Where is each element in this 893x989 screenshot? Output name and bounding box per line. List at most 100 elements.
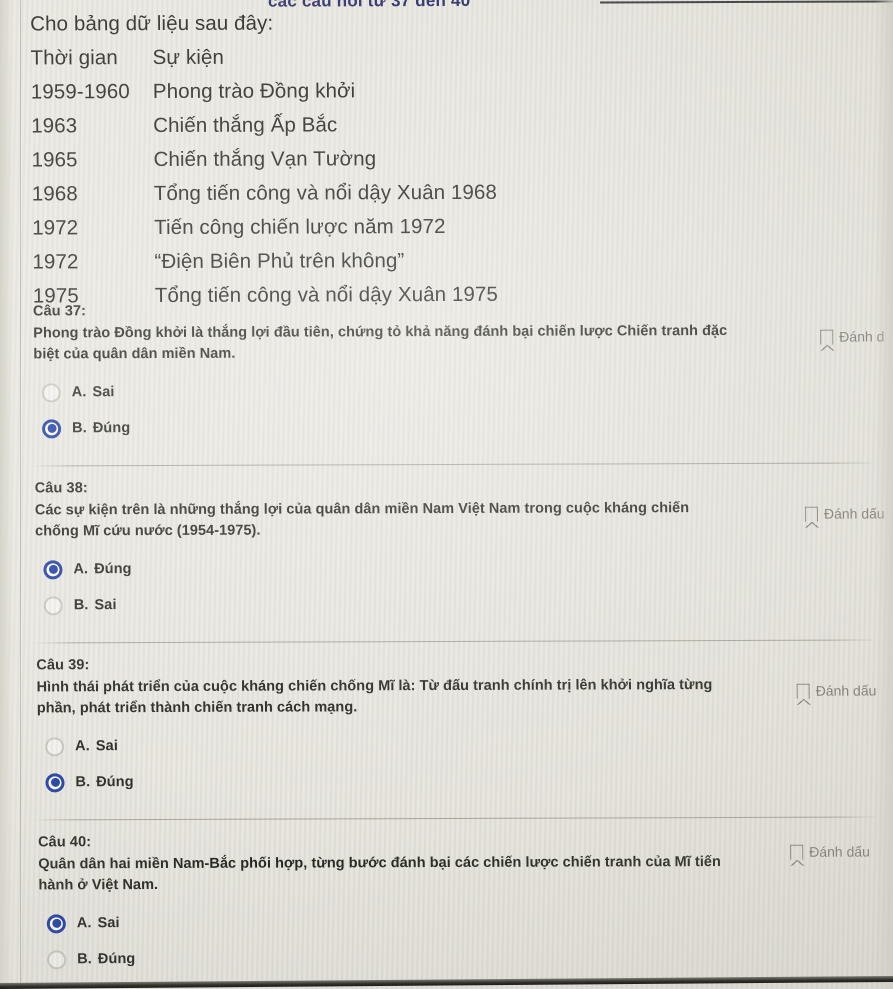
table-row: 1968 Tổng tiến công và nổi dậy Xuân 1968: [32, 175, 672, 211]
bookmark-button-38[interactable]: Đánh dấu: [804, 505, 885, 522]
option-38-a[interactable]: A. Đúng: [43, 551, 893, 584]
option-37-b-label: B. Đúng: [72, 420, 130, 436]
bookmark-label: Đánh dấu: [809, 843, 870, 860]
question-37: Câu 37: Phong trào Đồng khởi là thắng lợ…: [3, 290, 893, 455]
question-40: Câu 40: Quân dân hai miền Nam-Bắc phối h…: [8, 821, 893, 986]
option-37-a-label: A. Sai: [72, 384, 115, 400]
option-letter: A.: [76, 915, 92, 932]
option-letter: B.: [75, 774, 91, 791]
table-cell-time: 1972: [32, 216, 79, 240]
option-38-b-label: B. Sai: [74, 597, 117, 613]
option-value: Sai: [92, 384, 115, 401]
table-cell-time: 1968: [31, 182, 78, 206]
question-38-label: Câu 38:: [34, 480, 88, 497]
table-header-time: Thời gian: [30, 46, 118, 70]
radio-icon[interactable]: [43, 595, 63, 615]
question-39-label: Câu 39:: [36, 657, 90, 674]
table-cell-event: Chiến thắng Vạn Tường: [153, 147, 377, 172]
table-row: 1965 Chiến thắng Vạn Tường: [31, 141, 671, 177]
option-letter: B.: [72, 420, 87, 437]
table-cell-event: Chiến thắng Ấp Bắc: [153, 113, 338, 138]
question-38-text: Các sự kiện trên là những thắng lợi của …: [34, 500, 690, 540]
table-row: 1959-1960 Phong trào Đồng khởi: [31, 73, 671, 109]
option-40-a-label: A. Sai: [77, 915, 120, 931]
radio-icon[interactable]: [47, 949, 67, 969]
option-40-b-label: B. Đúng: [77, 951, 135, 967]
radio-icon[interactable]: [42, 418, 62, 438]
bookmark-icon: [804, 506, 819, 522]
bookmark-icon: [820, 329, 834, 345]
question-divider: [30, 462, 872, 467]
bookmark-label: Đánh dấu: [815, 682, 877, 699]
option-39-a-label: A. Sai: [75, 738, 118, 754]
table-row: 1963 Chiến thắng Ấp Bắc: [31, 107, 671, 143]
option-letter: A.: [73, 561, 89, 578]
bookmark-label: Đánh d: [839, 328, 885, 345]
table-cell-time: 1959-1960: [30, 80, 130, 104]
question-39-text: Hình thái phát triển của cuộc kháng chiế…: [36, 677, 713, 717]
question-37-options: A. Sai B. Đúng: [4, 374, 893, 443]
bookmark-button-39[interactable]: Đánh dấu: [796, 682, 877, 699]
question-divider: [33, 816, 875, 821]
table-row: 1972 “Điện Biên Phủ trên không”: [32, 243, 672, 279]
table-cell-time: 1972: [32, 250, 79, 274]
question-38-options: A. Đúng B. Sai: [5, 551, 893, 620]
radio-icon[interactable]: [41, 382, 61, 402]
events-table: Thời gian Sự kiện 1959-1960 Phong trào Đ…: [30, 39, 673, 313]
option-40-b[interactable]: B. Đúng: [47, 941, 893, 974]
top-rule-decoration: [600, 0, 893, 4]
option-value: Đúng: [97, 951, 136, 968]
table-cell-event: Tổng tiến công và nổi dậy Xuân 1968: [153, 180, 498, 206]
option-letter: A.: [75, 738, 90, 755]
table-body: 1959-1960 Phong trào Đồng khởi 1963 Chiế…: [31, 73, 673, 313]
option-38-b[interactable]: B. Sai: [43, 587, 893, 620]
question-37-label: Câu 37:: [32, 303, 87, 320]
radio-icon[interactable]: [45, 772, 65, 792]
prompt-and-table: Cho bảng dữ liệu sau đây: Thời gian Sự k…: [30, 5, 673, 313]
option-value: Sai: [94, 597, 117, 614]
option-39-a[interactable]: A. Sai: [45, 728, 893, 761]
question-40-label: Câu 40:: [37, 834, 92, 851]
table-cell-event: “Điện Biên Phủ trên không”: [154, 249, 405, 274]
table-cell-event: Phong trào Đồng khởi: [152, 79, 356, 104]
bookmark-button-37[interactable]: Đánh d: [820, 328, 885, 345]
prompt-text: Cho bảng dữ liệu sau đây:: [30, 11, 274, 36]
question-39: Câu 39: Hình thái phát triển của cuộc kh…: [6, 644, 893, 809]
question-divider: [32, 639, 874, 644]
option-value: Đúng: [94, 561, 132, 578]
question-40-options: A. Sai B. Đúng: [9, 905, 893, 974]
quiz-page: các câu hỏi từ 37 đến 40 Cho bảng dữ liệ…: [0, 0, 893, 989]
question-37-text: Phong trào Đồng khởi là thắng lợi đầu ti…: [33, 323, 728, 363]
radio-icon[interactable]: [46, 913, 66, 933]
question-40-text: Quân dân hai miền Nam-Bắc phối hợp, từng…: [38, 854, 721, 894]
option-letter: A.: [71, 384, 87, 401]
option-value: Đúng: [92, 420, 131, 437]
bookmark-label: Đánh dấu: [823, 505, 885, 522]
option-letter: B.: [73, 597, 89, 614]
question-38: Câu 38: Các sự kiện trên là những thắng …: [4, 467, 893, 632]
option-37-b[interactable]: B. Đúng: [42, 410, 893, 443]
radio-icon[interactable]: [45, 736, 65, 756]
quiz-screenshot: các câu hỏi từ 37 đến 40 Cho bảng dữ liệ…: [0, 0, 893, 989]
option-value: Sai: [97, 915, 120, 932]
table-row: 1972 Tiến công chiến lược năm 1972: [32, 209, 672, 245]
option-40-a[interactable]: A. Sai: [46, 905, 893, 938]
bookmark-button-40[interactable]: Đánh dấu: [790, 844, 870, 860]
radio-icon[interactable]: [43, 559, 63, 579]
table-cell-time: 1965: [31, 148, 78, 172]
option-37-a[interactable]: A. Sai: [41, 374, 893, 407]
table-cell-time: 1963: [31, 114, 78, 138]
option-39-b[interactable]: B. Đúng: [45, 764, 893, 797]
table-header-row: Thời gian Sự kiện: [30, 39, 670, 75]
option-letter: B.: [77, 951, 92, 968]
table-header-event: Sự kiện: [152, 45, 225, 70]
question-39-options: A. Sai B. Đúng: [7, 728, 893, 797]
bookmark-icon: [790, 844, 804, 860]
bookmark-icon: [796, 683, 810, 699]
table-cell-event: Tiến công chiến lược năm 1972: [154, 215, 446, 240]
option-38-a-label: A. Đúng: [73, 561, 131, 577]
questions-list: Câu 37: Phong trào Đồng khởi là thắng lợ…: [3, 290, 893, 986]
option-39-b-label: B. Đúng: [75, 774, 133, 790]
option-value: Đúng: [96, 774, 134, 791]
option-value: Sai: [95, 738, 119, 755]
